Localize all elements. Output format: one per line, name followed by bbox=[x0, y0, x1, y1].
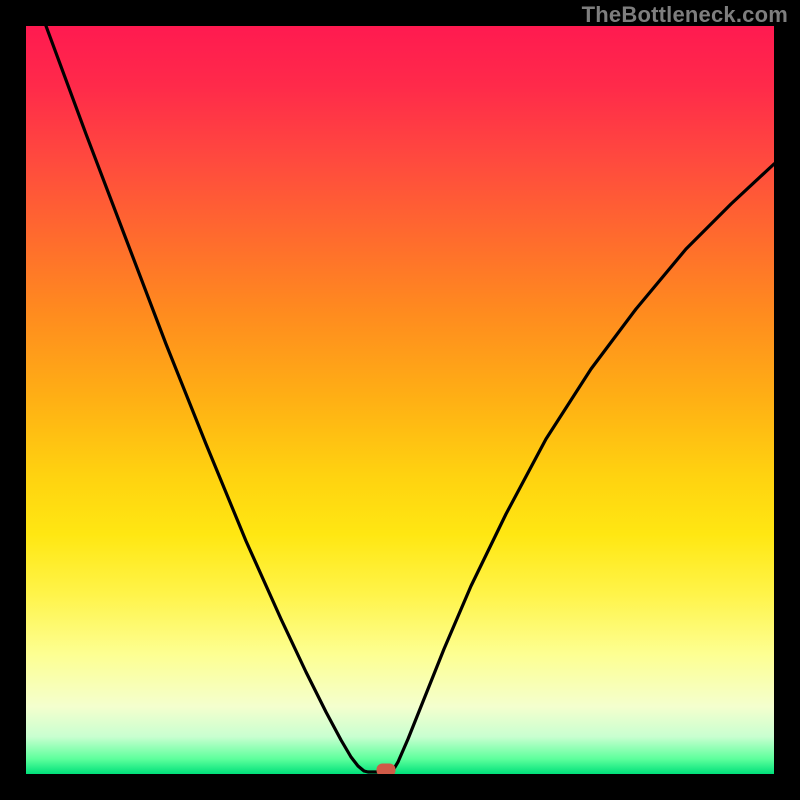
chart-frame: TheBottleneck.com bbox=[0, 0, 800, 800]
watermark-text: TheBottleneck.com bbox=[582, 2, 788, 28]
minimum-marker bbox=[377, 764, 396, 775]
plot-area bbox=[26, 26, 774, 774]
bottleneck-curve bbox=[26, 26, 774, 774]
curve-path bbox=[46, 26, 774, 772]
